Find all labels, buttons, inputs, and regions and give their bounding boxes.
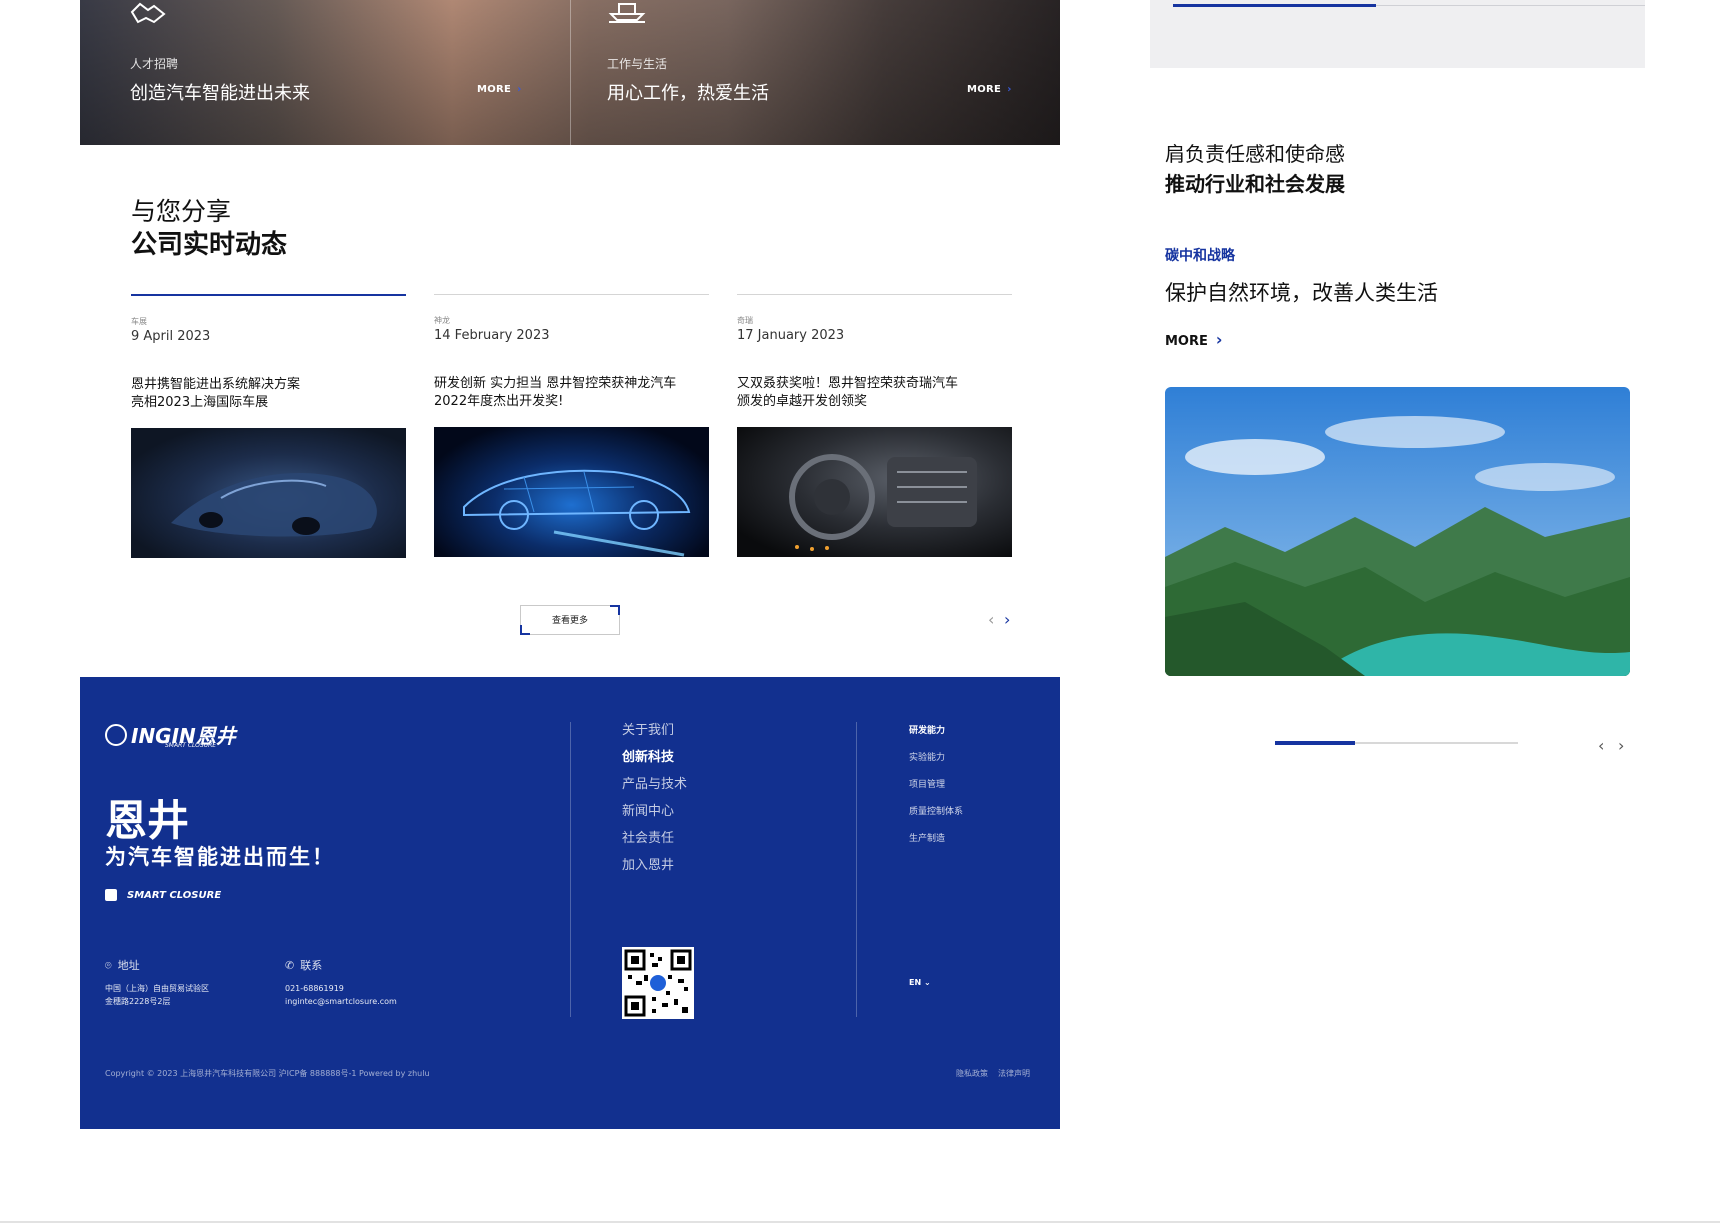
card-date: 14 February 2023 bbox=[434, 328, 550, 343]
responsibility-category: 碳中和战略 bbox=[1165, 248, 1235, 264]
corner-accent bbox=[610, 605, 620, 615]
chevron-right-icon: › bbox=[1215, 330, 1223, 349]
news-subtitle: 与您分享 bbox=[131, 197, 232, 226]
footer-subnav-quality[interactable]: 质量控制体系 bbox=[909, 804, 963, 817]
card-indicator bbox=[737, 294, 1012, 295]
tile-subtitle: 人才招聘 bbox=[130, 57, 179, 71]
card-headline[interactable]: 研发创新 实力担当 恩井智控荣获神龙汽车 2022年度杰出开发奖! bbox=[434, 375, 709, 411]
landscape-image[interactable] bbox=[1165, 387, 1630, 676]
card-headline[interactable]: 又双叒获奖啦！恩井智控荣获奇瑞汽车 颁发的卓越开发创领奖 bbox=[737, 375, 1012, 411]
card-image[interactable] bbox=[434, 427, 709, 557]
card-date: 9 April 2023 bbox=[131, 329, 211, 344]
tile-title: 创造汽车智能进出未来 bbox=[130, 83, 310, 104]
site-footer: INGIN恩井 SMART CLOSURE 恩井 为汽车智能进出而生！ SMAR… bbox=[80, 677, 1060, 1129]
brand-slogan: 为汽车智能进出而生！ bbox=[105, 844, 335, 869]
handshake-icon bbox=[130, 0, 170, 29]
privacy-link[interactable]: 隐私政策 bbox=[956, 1068, 988, 1079]
phone-icon: ✆ bbox=[285, 959, 295, 972]
card-image[interactable] bbox=[737, 427, 1012, 557]
carousel-progress-fill bbox=[1275, 741, 1355, 745]
card-indicator bbox=[131, 294, 406, 296]
right-panel-top bbox=[1150, 0, 1645, 68]
news-card[interactable]: 奇瑞 17 January 2023 又双叒获奖啦！恩井智控荣获奇瑞汽车 颁发的… bbox=[737, 294, 1012, 557]
card-indicator bbox=[434, 294, 709, 295]
footer-divider bbox=[856, 722, 857, 1017]
footer-nav-innovation[interactable]: 创新科技 bbox=[622, 746, 674, 765]
chevron-right-icon[interactable]: › bbox=[1618, 738, 1624, 754]
card-date: 17 January 2023 bbox=[737, 328, 845, 343]
footer-nav-news[interactable]: 新闻中心 bbox=[622, 800, 674, 819]
progress-fill bbox=[1173, 4, 1376, 7]
address-label: ⌾ 地址 bbox=[105, 959, 140, 972]
responsibility-heading-line2: 推动行业和社会发展 bbox=[1165, 172, 1345, 196]
footer-nav-products[interactable]: 产品与技术 bbox=[622, 773, 687, 792]
card-tag: 奇瑞 bbox=[737, 316, 753, 325]
location-pin-icon: ⌾ bbox=[105, 959, 112, 972]
qr-code bbox=[622, 947, 694, 1019]
responsibility-more-link[interactable]: MORE › bbox=[1165, 330, 1222, 349]
boat-icon bbox=[607, 0, 647, 29]
footer-subnav-rd[interactable]: 研发能力 bbox=[909, 723, 945, 736]
footer-nav-join[interactable]: 加入恩井 bbox=[622, 854, 674, 873]
contact-phone[interactable]: 021-68861919 bbox=[285, 982, 344, 995]
tile-more-link[interactable]: MORE › bbox=[477, 84, 522, 95]
news-card[interactable]: 车展 9 April 2023 恩井携智能进出系统解决方案 亮相2023上海国际… bbox=[131, 294, 406, 558]
responsibility-heading-line1: 肩负责任感和使命感 bbox=[1165, 142, 1345, 166]
copyright-text: Copyright © 2023 上海恩井汽车科技有限公司 沪ICP备 8888… bbox=[105, 1069, 430, 1078]
footer-subnav-lab[interactable]: 实验能力 bbox=[909, 750, 945, 763]
logo-mark-icon bbox=[105, 723, 127, 746]
card-headline[interactable]: 恩井携智能进出系统解决方案 亮相2023上海国际车展 bbox=[131, 376, 406, 412]
footer-subnav-project[interactable]: 项目管理 bbox=[909, 777, 945, 790]
tile-more-link[interactable]: MORE › bbox=[967, 84, 1012, 95]
badge-square-icon bbox=[105, 889, 117, 901]
chevron-right-icon: › bbox=[517, 84, 522, 95]
banner-divider bbox=[570, 0, 571, 145]
card-tag: 车展 bbox=[131, 317, 147, 326]
chevron-down-icon: ⌄ bbox=[923, 978, 931, 987]
view-more-button[interactable]: 查看更多 bbox=[520, 605, 620, 635]
footer-nav-about[interactable]: 关于我们 bbox=[622, 719, 674, 738]
card-tag: 神龙 bbox=[434, 316, 450, 325]
smart-closure-badge: SMART CLOSURE bbox=[105, 889, 221, 901]
logo-subtext: SMART CLOSURE bbox=[165, 742, 217, 749]
card-image[interactable] bbox=[131, 428, 406, 558]
footer-nav-responsibility[interactable]: 社会责任 bbox=[622, 827, 674, 846]
brand-name: 恩井 bbox=[105, 796, 190, 845]
careers-banner: 人才招聘 创造汽车智能进出未来 MORE › 工作与生活 用心工作，热爱生活 MO… bbox=[80, 0, 1060, 145]
corner-accent bbox=[520, 625, 530, 635]
chevron-left-icon[interactable]: ‹ bbox=[988, 612, 994, 628]
tile-title: 用心工作，热爱生活 bbox=[607, 83, 769, 104]
legal-link[interactable]: 法律声明 bbox=[998, 1068, 1030, 1079]
news-card[interactable]: 神龙 14 February 2023 研发创新 实力担当 恩井智控荣获神龙汽车… bbox=[434, 294, 709, 557]
responsibility-title: 保护自然环境，改善人类生活 bbox=[1165, 281, 1438, 305]
chevron-left-icon[interactable]: ‹ bbox=[1598, 738, 1604, 754]
footer-subnav-production[interactable]: 生产制造 bbox=[909, 831, 945, 844]
language-selector[interactable]: EN ⌄ bbox=[909, 978, 931, 987]
chevron-right-icon[interactable]: › bbox=[1004, 612, 1010, 628]
tile-subtitle: 工作与生活 bbox=[607, 57, 668, 71]
footer-divider bbox=[570, 722, 571, 1017]
address-text: 中国（上海）自由贸易试验区 金穗路2228号2层 bbox=[105, 984, 209, 1006]
contact-email[interactable]: ingintec@smartclosure.com bbox=[285, 995, 397, 1008]
news-title: 公司实时动态 bbox=[131, 230, 288, 260]
chevron-right-icon: › bbox=[1007, 84, 1012, 95]
contact-label: ✆ 联系 bbox=[285, 959, 323, 972]
